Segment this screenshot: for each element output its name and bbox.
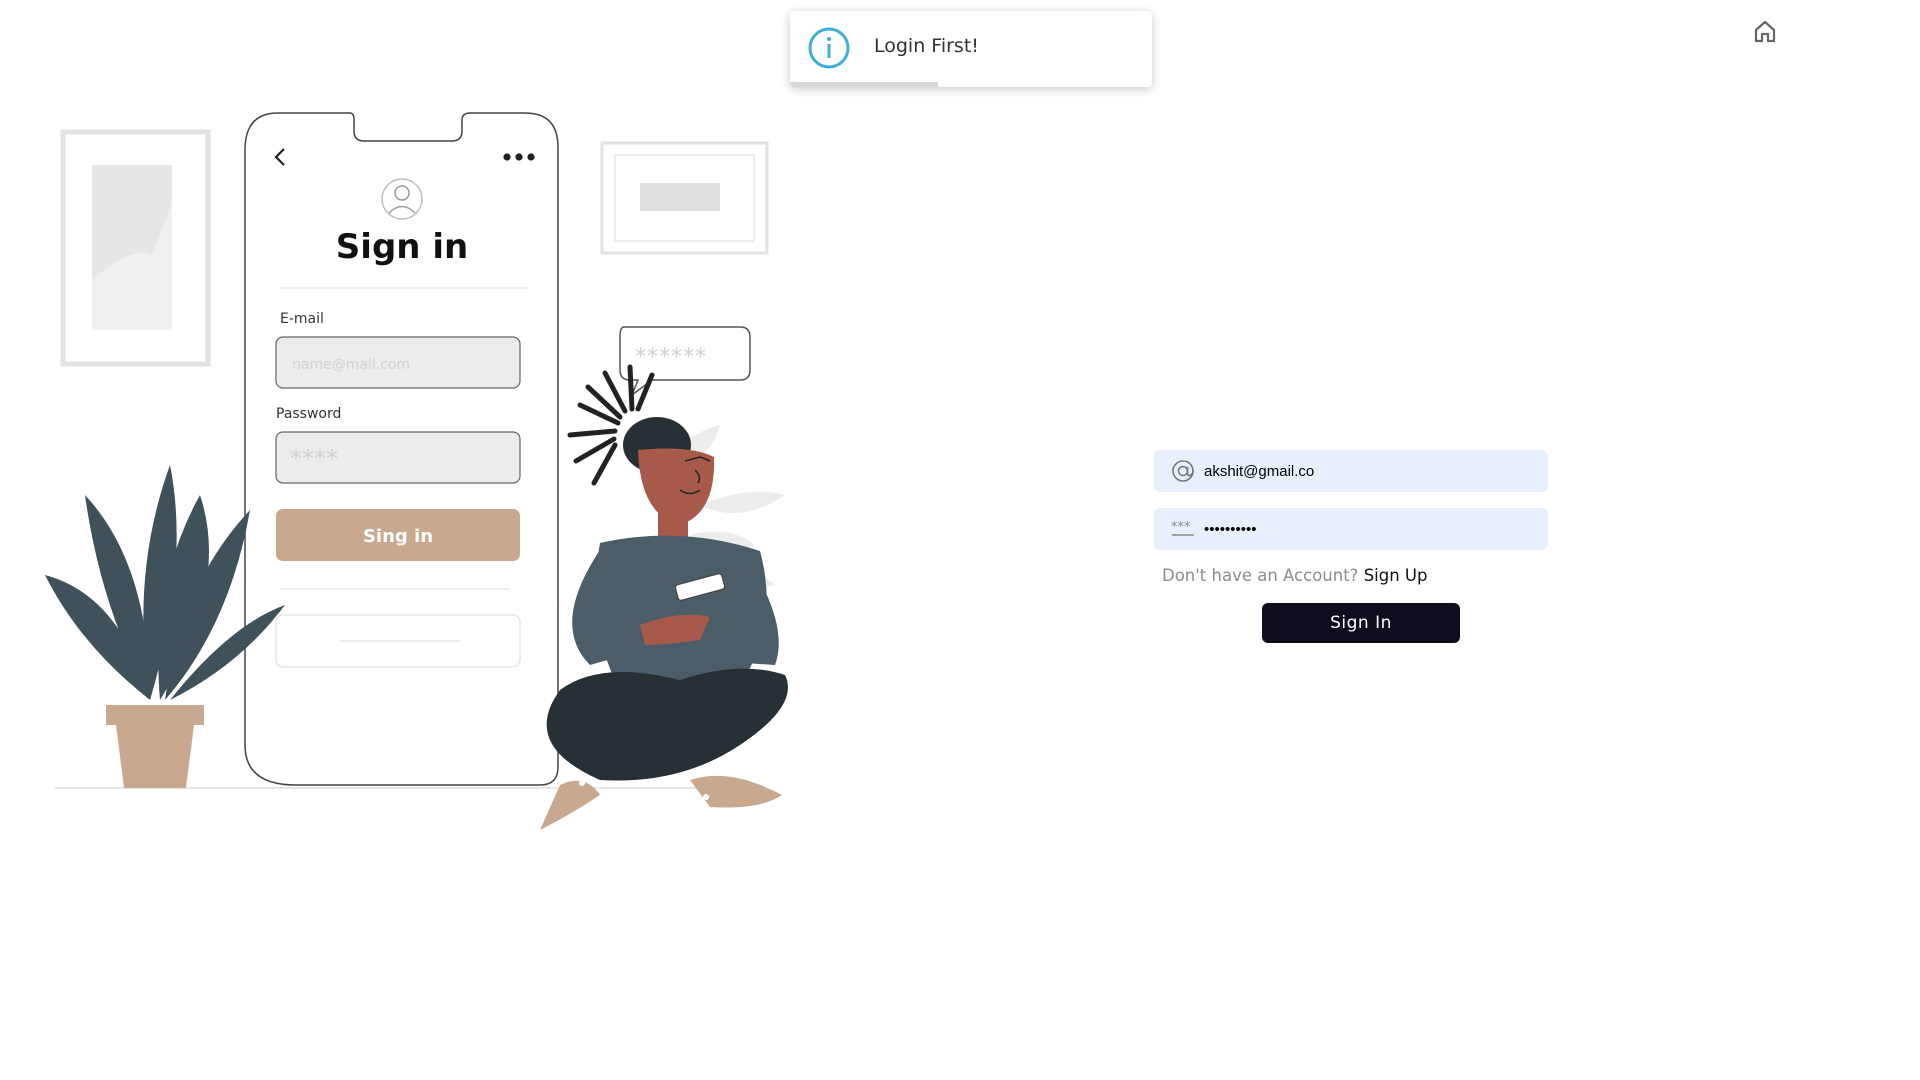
plant-pot (106, 705, 204, 788)
sitting-person (540, 364, 788, 830)
svg-text:***: *** (1171, 520, 1191, 535)
sign-in-button[interactable]: Sign In (1262, 603, 1460, 643)
phone-password-mask: **** (290, 445, 338, 473)
phone-mockup: Sign in E-mail name@mail.com Password **… (244, 112, 559, 786)
at-sign-icon (1172, 460, 1194, 482)
password-mask-icon: *** (1171, 520, 1194, 536)
signup-row: Don't have an Account? Sign Up (1162, 566, 1548, 585)
email-input[interactable] (1200, 450, 1548, 492)
bubble-text: ****** (635, 345, 707, 370)
signup-link[interactable]: Sign Up (1364, 566, 1428, 585)
phone-signin-label: Sing in (363, 526, 433, 547)
toast-notification: Login First! (790, 11, 1152, 87)
email-field-container (1154, 450, 1548, 492)
phone-password-label: Password (276, 406, 341, 422)
more-dots-icon (503, 153, 535, 161)
password-input[interactable] (1200, 508, 1548, 550)
phone-title: Sign in (336, 227, 468, 267)
wall-frame-left (60, 129, 211, 367)
info-icon (808, 27, 850, 69)
signin-illustration: ****** Sign in E-mail name@mail.com Pass… (45, 112, 788, 830)
password-field-container: *** (1154, 508, 1548, 550)
toast-progress-bar (790, 82, 939, 87)
signup-prompt: Don't have an Account? (1162, 566, 1359, 585)
phone-email-label: E-mail (280, 311, 324, 327)
login-form: *** Don't have an Account? Sign Up Sign … (1154, 450, 1548, 643)
speech-bubble: ****** (619, 326, 751, 398)
toast-message: Login First! (874, 35, 979, 57)
home-icon[interactable] (1752, 18, 1778, 44)
wall-frame-right (600, 141, 769, 255)
profile-avatar-icon (381, 178, 423, 220)
phone-email-placeholder: name@mail.com (292, 357, 410, 373)
